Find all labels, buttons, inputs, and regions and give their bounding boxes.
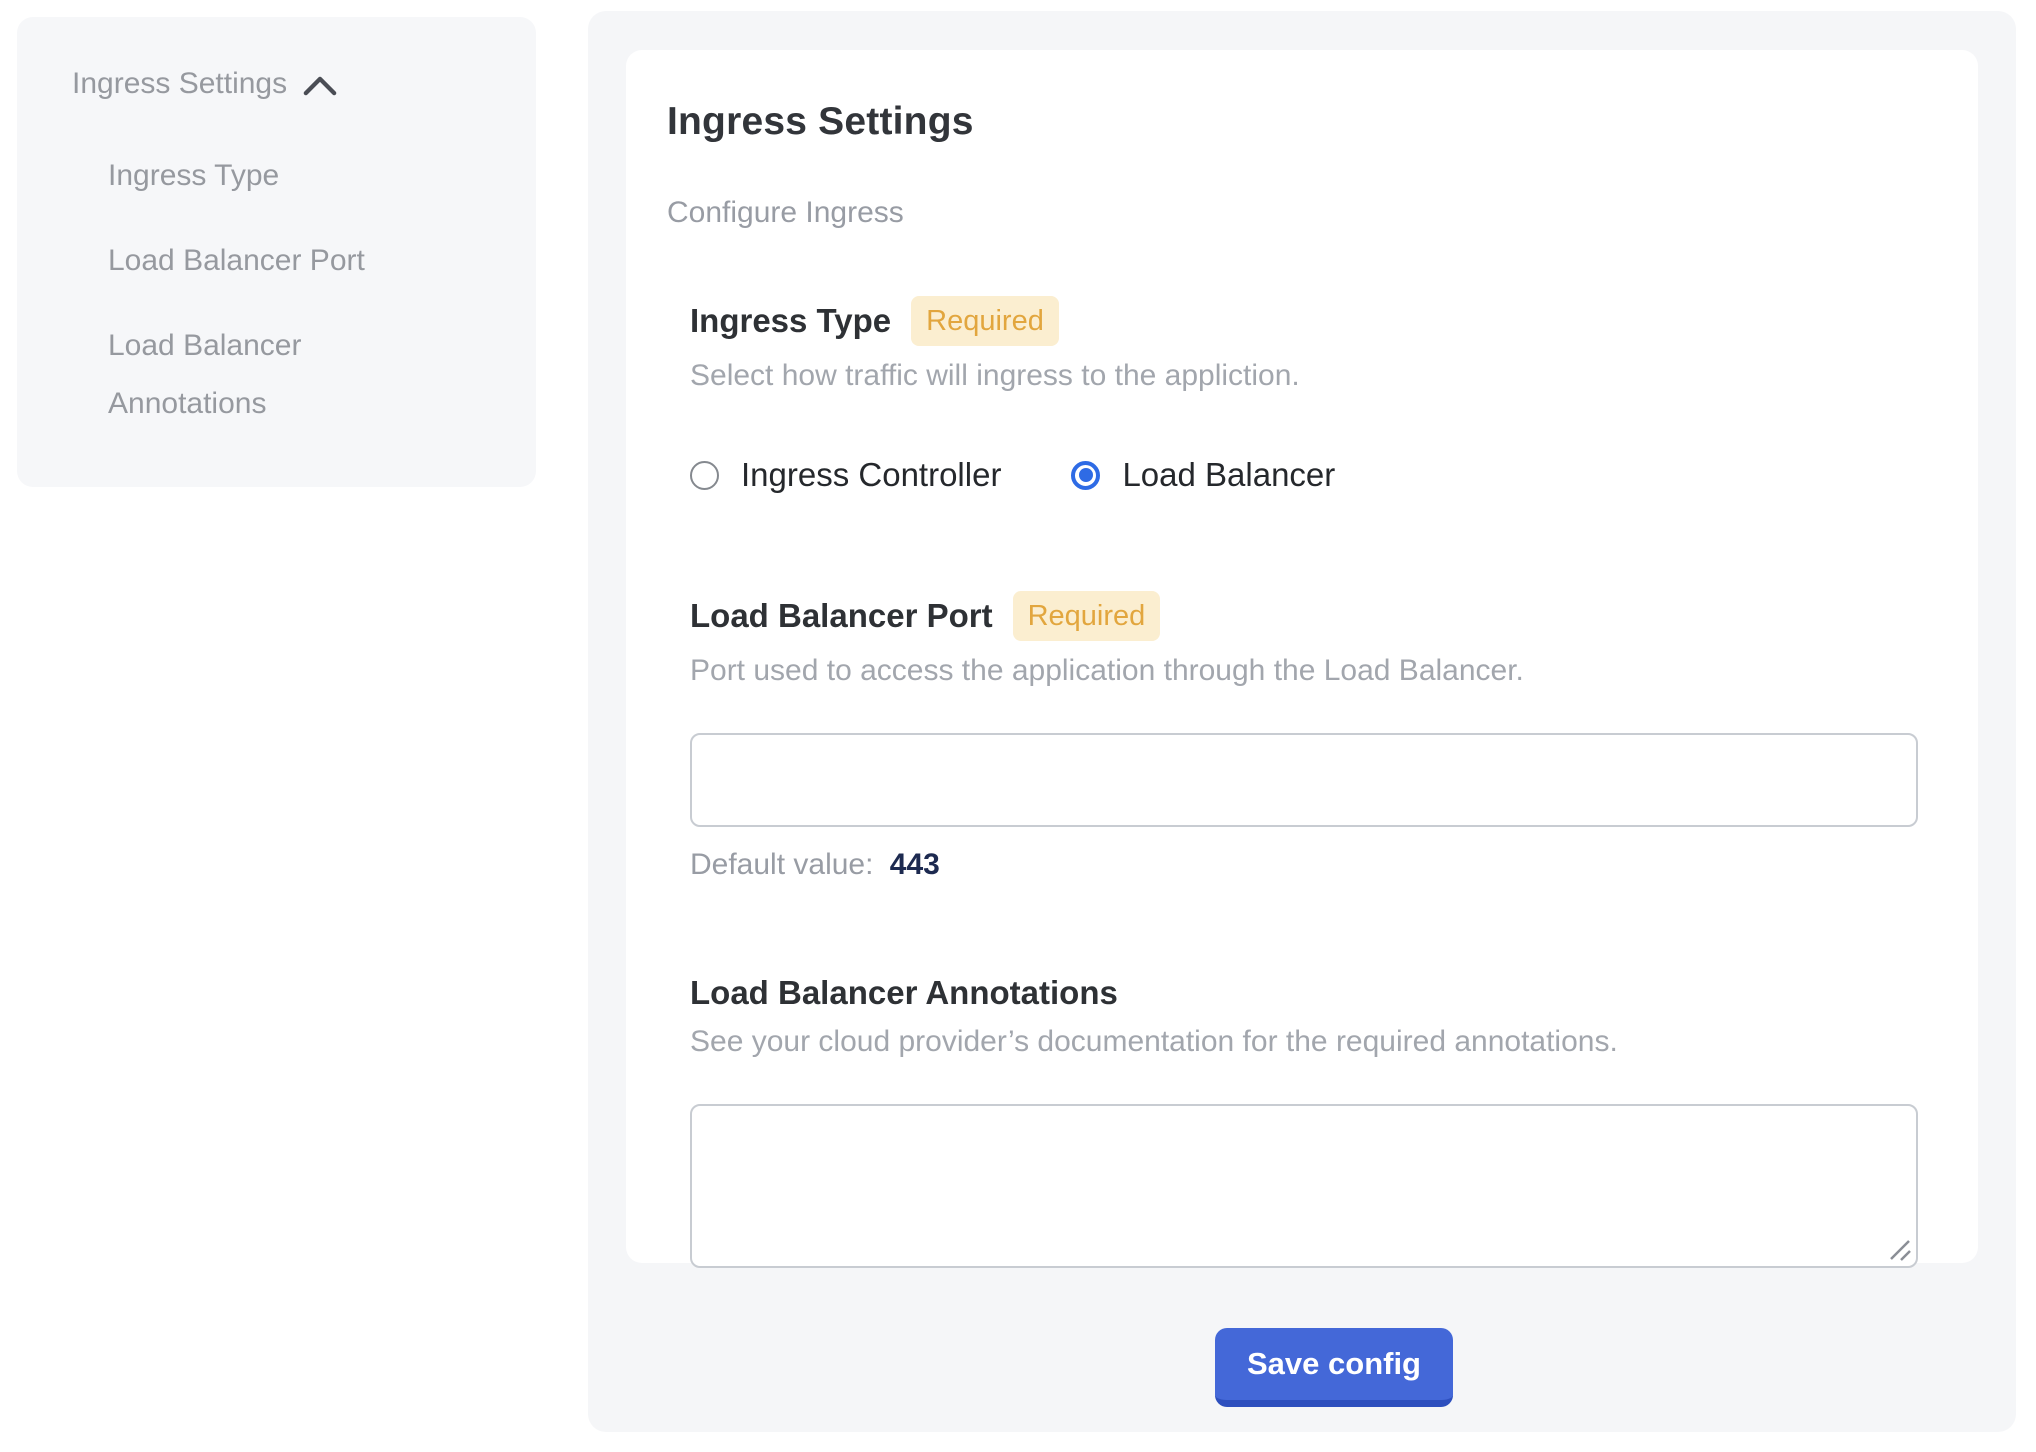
load-balancer-port-label: Load Balancer Port <box>690 597 993 635</box>
sidebar-item-load-balancer-port[interactable]: Load Balancer Port <box>108 232 453 290</box>
sidebar-item-ingress-type[interactable]: Ingress Type <box>108 147 453 205</box>
page-title: Ingress Settings <box>667 100 1918 144</box>
ingress-type-description: Select how traffic will ingress to the a… <box>690 359 1918 393</box>
settings-outline-sidebar: Ingress Settings Ingress Type Load Balan… <box>17 17 536 487</box>
sidebar-item-list: Ingress Type Load Balancer Port Load Bal… <box>72 147 506 433</box>
section-ingress-type: Ingress Type Required Select how traffic… <box>690 296 1918 494</box>
ingress-settings-panel: Ingress Settings Configure Ingress Ingre… <box>588 11 2016 1432</box>
radio-option-load-balancer[interactable]: Load Balancer <box>1071 456 1335 494</box>
radio-ingress-controller-label: Ingress Controller <box>741 456 1001 494</box>
radio-load-balancer[interactable] <box>1071 461 1100 490</box>
default-value-label: Default value: <box>690 848 873 881</box>
load-balancer-port-input[interactable] <box>690 733 1918 827</box>
sidebar-group-label: Ingress Settings <box>72 67 287 101</box>
chevron-up-icon <box>303 75 337 97</box>
page-subtitle: Configure Ingress <box>667 196 1918 230</box>
sidebar-group-ingress-settings[interactable]: Ingress Settings <box>72 67 506 101</box>
ingress-type-radio-group: Ingress Controller Load Balancer <box>690 456 1918 494</box>
sidebar-item-load-balancer-annotations[interactable]: Load Balancer Annotations <box>108 317 453 433</box>
required-badge: Required <box>1013 591 1161 641</box>
default-value-line: Default value: 443 <box>690 848 1918 882</box>
load-balancer-annotations-textarea[interactable] <box>690 1104 1918 1268</box>
load-balancer-annotations-label: Load Balancer Annotations <box>690 974 1118 1012</box>
radio-load-balancer-label: Load Balancer <box>1122 456 1335 494</box>
radio-option-ingress-controller[interactable]: Ingress Controller <box>690 456 1001 494</box>
load-balancer-port-description: Port used to access the application thro… <box>690 654 1918 688</box>
default-value-number: 443 <box>890 848 940 881</box>
section-load-balancer-port: Load Balancer Port Required Port used to… <box>690 591 1918 882</box>
save-config-button[interactable]: Save config <box>1215 1328 1453 1407</box>
radio-ingress-controller[interactable] <box>690 461 719 490</box>
load-balancer-annotations-description: See your cloud provider’s documentation … <box>690 1025 1918 1059</box>
ingress-type-label: Ingress Type <box>690 302 891 340</box>
required-badge: Required <box>911 296 1059 346</box>
section-load-balancer-annotations: Load Balancer Annotations See your cloud… <box>690 974 1918 1268</box>
ingress-settings-card: Ingress Settings Configure Ingress Ingre… <box>626 50 1978 1263</box>
